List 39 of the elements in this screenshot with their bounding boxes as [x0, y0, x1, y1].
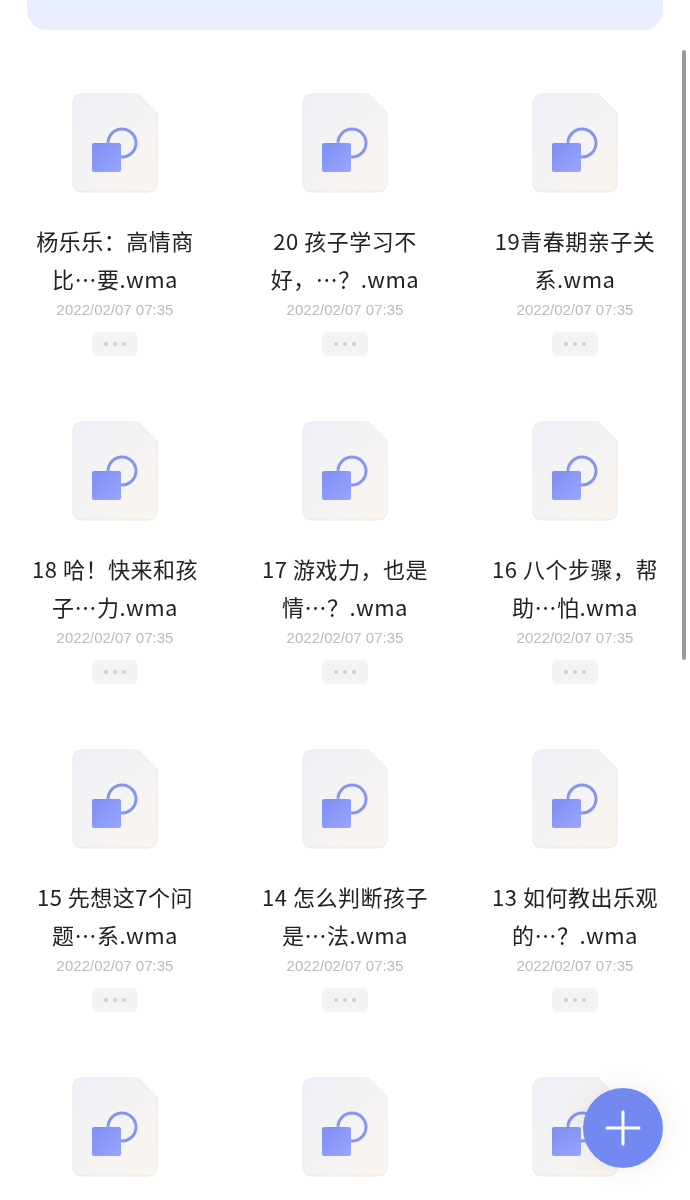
file-name: 16 八个步骤，帮助…怕.wma — [491, 551, 659, 624]
audio-file-icon — [72, 93, 158, 193]
more-button[interactable] — [552, 988, 598, 1012]
more-button[interactable] — [552, 660, 598, 684]
more-button[interactable] — [552, 332, 598, 356]
audio-file-icon — [72, 1077, 158, 1177]
more-button[interactable] — [322, 332, 368, 356]
more-button[interactable] — [92, 988, 138, 1012]
file-date: 2022/02/07 07:35 — [516, 628, 634, 648]
audio-file-icon — [532, 749, 618, 849]
file-date: 2022/02/07 07:35 — [56, 628, 174, 648]
file-date: 2022/02/07 07:35 — [56, 300, 174, 320]
audio-file-icon — [302, 93, 388, 193]
file-name: 20 孩子学习不好，…？.wma — [269, 223, 421, 296]
file-name: 18 哈！快来和孩子…力.wma — [31, 551, 199, 624]
audio-file-icon — [302, 1077, 388, 1177]
more-button[interactable] — [92, 332, 138, 356]
file-name: 13 如何教出乐观的…？.wma — [491, 879, 659, 952]
file-date: 2022/02/07 07:35 — [56, 956, 174, 976]
file-date: 2022/02/07 07:35 — [286, 628, 404, 648]
file-name: 15 先想这7个问题…系.wma — [35, 879, 195, 952]
more-button[interactable] — [322, 988, 368, 1012]
audio-file-icon — [302, 421, 388, 521]
audio-file-icon — [302, 749, 388, 849]
more-button[interactable] — [92, 660, 138, 684]
audio-file-icon — [532, 93, 618, 193]
file-date: 2022/02/07 07:35 — [286, 956, 404, 976]
audio-file-icon — [72, 749, 158, 849]
audio-file-icon — [532, 421, 618, 521]
audio-file-icon — [72, 421, 158, 521]
plus-icon — [605, 1110, 641, 1146]
file-name: 17 游戏力，也是情…？.wma — [261, 551, 429, 624]
file-name: 14 怎么判断孩子是…法.wma — [261, 879, 429, 952]
more-button[interactable] — [322, 660, 368, 684]
file-date: 2022/02/07 07:35 — [516, 300, 634, 320]
file-date: 2022/02/07 07:35 — [516, 956, 634, 976]
file-name: 杨乐乐：高情商比…要.wma — [35, 223, 195, 296]
file-name: 19青春期亲子关系.wma — [493, 223, 657, 296]
file-date: 2022/02/07 07:35 — [286, 300, 404, 320]
